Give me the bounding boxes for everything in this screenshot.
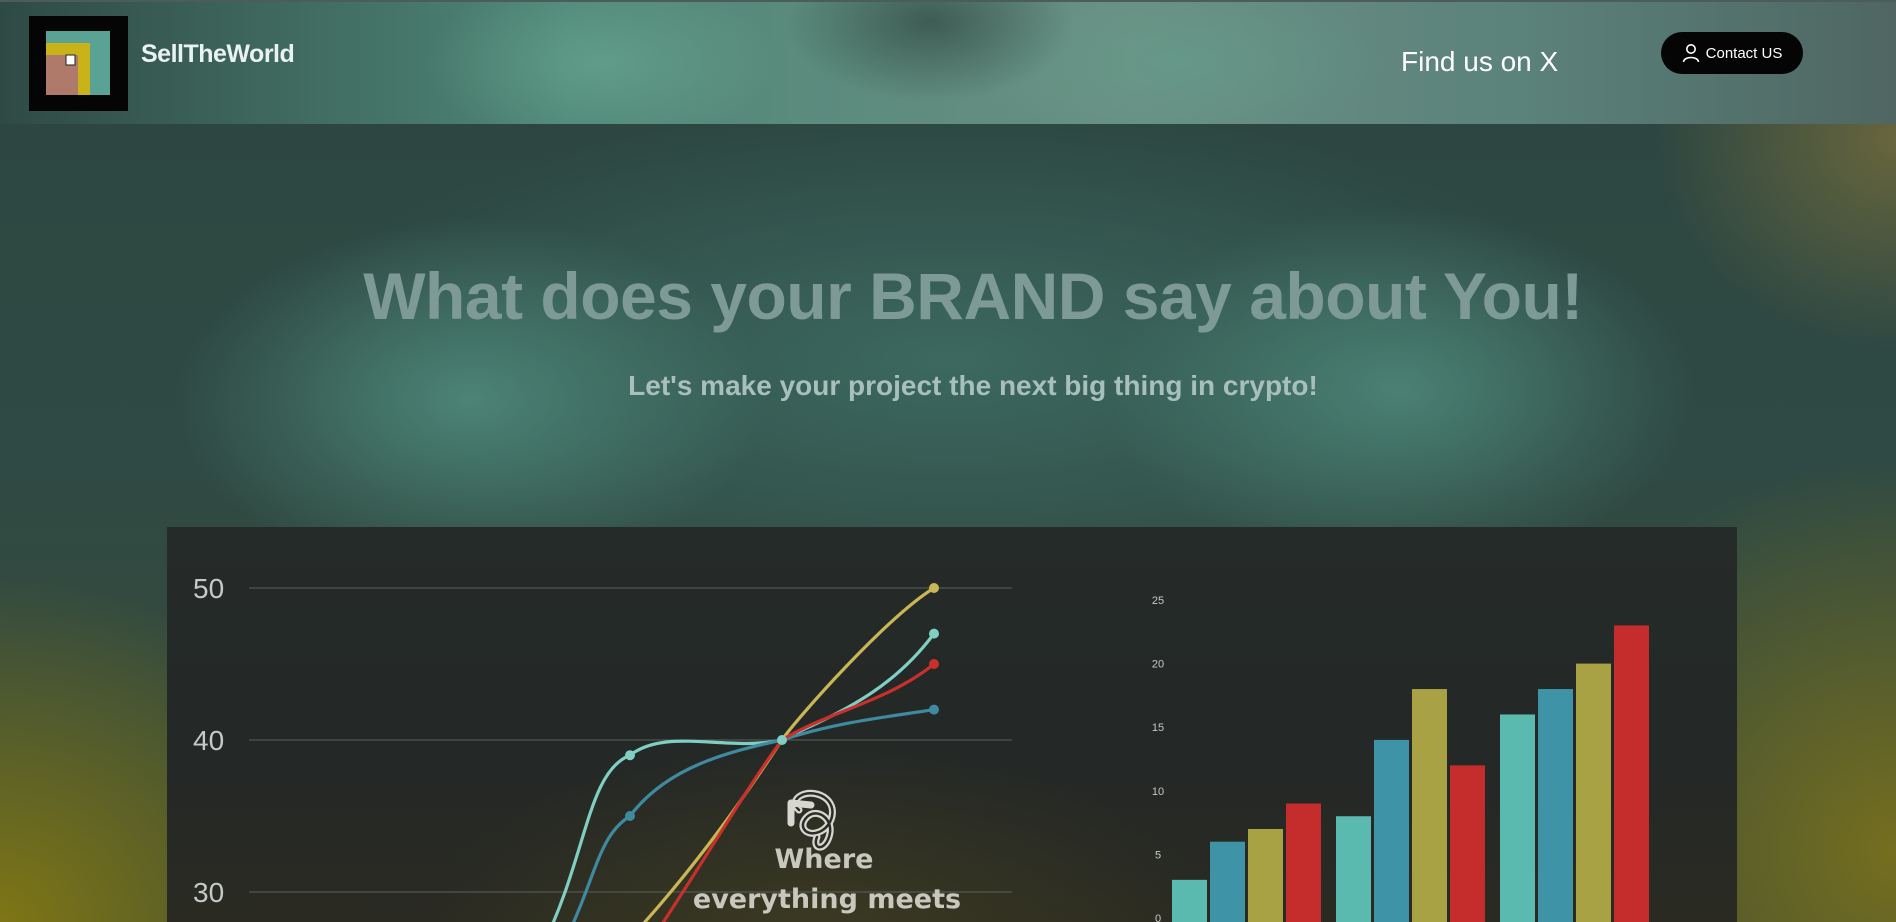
hero-title: What does your BRAND say about You!	[363, 259, 1583, 333]
line-point	[929, 659, 939, 669]
bar	[1374, 739, 1409, 922]
logo[interactable]	[29, 16, 128, 111]
line-point	[929, 583, 939, 593]
bar	[1450, 765, 1485, 922]
line-series-0	[551, 632, 936, 922]
find-us-on-x-link[interactable]: Find us on X	[1401, 46, 1558, 78]
user-icon	[1682, 44, 1699, 63]
contact-us-button[interactable]: Contact US	[1661, 32, 1803, 74]
bar	[1412, 689, 1447, 922]
bar-chart-y-tick-label: 20	[1152, 659, 1164, 671]
site-header: SellTheWorld Find us on X Contact US	[0, 0, 1896, 124]
chart-showcase-panel: 50 40 30 25 20 15 10 5 0 Where everything meets	[167, 527, 1737, 922]
bar-chart-y-tick-label: 5	[1155, 849, 1161, 861]
line-point-intersection	[777, 735, 787, 745]
annotation-line1: Where	[775, 844, 874, 875]
bar	[1172, 879, 1207, 922]
bar	[1336, 816, 1371, 922]
annotation-line2: everything meets	[693, 884, 961, 915]
hero-subtitle: Let's make your project the next big thi…	[628, 370, 1318, 401]
bar-chart-y-tick-label: 15	[1152, 722, 1164, 734]
bar	[1576, 663, 1611, 922]
bar-chart: 25 20 15 10 5 0	[1152, 595, 1649, 922]
logo-icon	[46, 31, 110, 95]
line-point	[625, 750, 635, 761]
line-chart-y-tick-label: 30	[193, 877, 224, 908]
line-chart-y-tick-label: 40	[193, 725, 224, 756]
bar	[1286, 803, 1321, 922]
contact-us-label: Contact US	[1705, 44, 1783, 62]
bar	[1500, 714, 1535, 922]
line-chart-y-tick-label: 50	[193, 573, 224, 604]
bar-chart-y-tick-label: 0	[1155, 913, 1161, 922]
line-point	[929, 628, 939, 639]
bar-chart-y-tick-label: 10	[1152, 786, 1164, 798]
brand-name[interactable]: SellTheWorld	[141, 40, 295, 69]
line-point	[929, 704, 939, 715]
bar-chart-y-tick-label: 25	[1152, 595, 1164, 607]
bar	[1248, 828, 1283, 922]
line-point	[625, 811, 635, 821]
line-chart: 50 40 30	[193, 573, 1012, 922]
bar	[1538, 689, 1573, 922]
bar	[1210, 841, 1245, 922]
bar	[1614, 625, 1649, 922]
charts-svg: 504030 2520151050 Where everything meets	[193, 573, 1649, 922]
